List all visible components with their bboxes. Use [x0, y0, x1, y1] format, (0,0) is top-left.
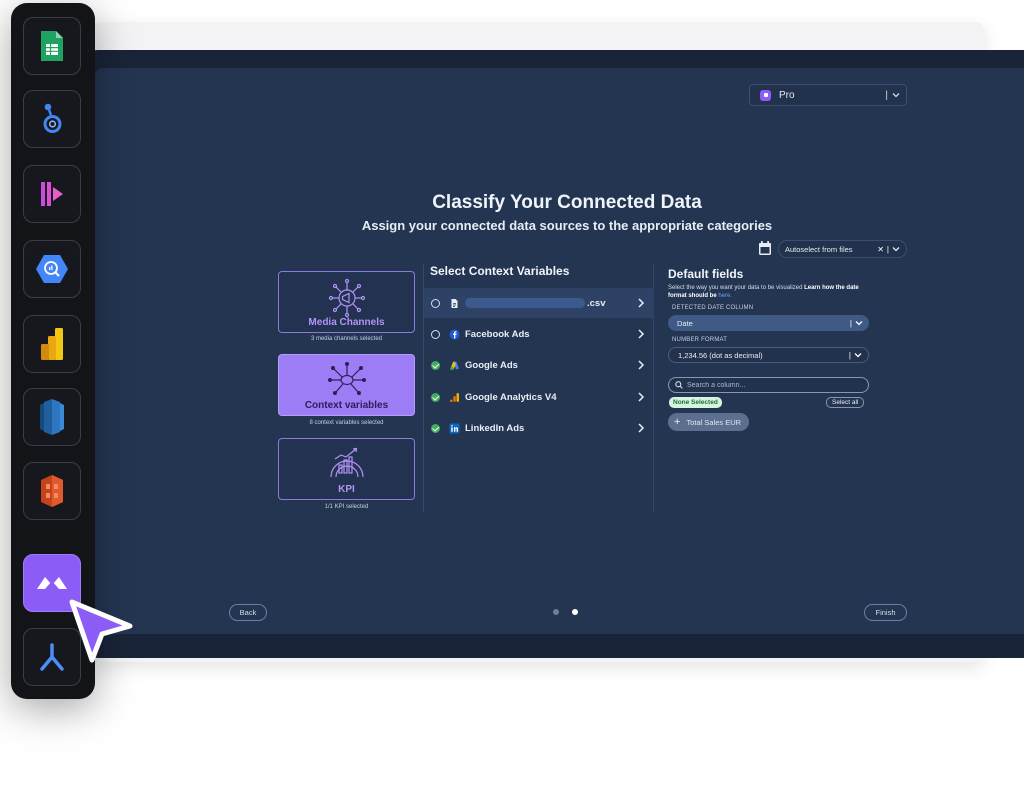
aws-s3-icon	[41, 475, 63, 507]
pager-dot-1[interactable]	[553, 609, 559, 615]
list-item-google-analytics[interactable]: Google Analytics V4	[424, 382, 654, 412]
clear-icon[interactable]: ✕	[877, 245, 884, 254]
search-icon	[675, 381, 683, 389]
pager-dot-2-active[interactable]	[572, 609, 578, 615]
pointer-cursor-icon	[69, 599, 133, 663]
category-card-label: Context variables	[304, 400, 389, 411]
checked-icon[interactable]	[431, 392, 440, 402]
looker-studio-icon	[43, 103, 62, 133]
google-sheets-icon	[41, 31, 63, 61]
search-column-input[interactable]	[687, 381, 868, 389]
list-item-label: Google Ads	[465, 359, 518, 371]
category-card-media-channels[interactable]: Media Channels	[278, 271, 415, 333]
page-title: Classify Your Connected Data	[432, 192, 702, 213]
chevron-right-icon[interactable]	[634, 327, 648, 341]
select-all-button[interactable]: Select all	[826, 397, 865, 408]
chevron-right-icon[interactable]	[634, 296, 648, 310]
dock-item-power-bi[interactable]	[23, 315, 81, 373]
dock-item-google-sheets[interactable]	[23, 17, 81, 75]
radio-button[interactable]	[431, 329, 440, 339]
chevron-down-icon[interactable]	[892, 92, 900, 98]
google-analytics-icon	[450, 392, 459, 402]
category-card-subtext: 1/1 KPI selected	[324, 504, 369, 510]
google-ads-icon	[450, 361, 459, 370]
file-icon	[451, 298, 458, 308]
chevron-down-icon[interactable]	[892, 246, 900, 252]
chevron-right-icon[interactable]	[634, 358, 648, 372]
default-fields-title: Default fields	[668, 267, 744, 281]
chevron-right-icon[interactable]	[634, 390, 648, 404]
number-format-label: NUMBER FORMAT	[672, 337, 728, 343]
add-field-chip[interactable]: + Total Sales EUR	[668, 413, 750, 431]
category-card-subtext: 3 media channels selected	[310, 336, 383, 342]
dock-item-aws-s3[interactable]	[23, 462, 81, 520]
category-card-kpi[interactable]: KPI	[278, 438, 415, 500]
dock-item-power-bi-alt[interactable]	[23, 165, 81, 223]
app-logo-icon	[37, 577, 67, 589]
search-column-field[interactable]	[668, 377, 869, 393]
megaphone-icon	[328, 278, 365, 318]
list-item-label: Facebook Ads	[465, 328, 530, 340]
date-column-select[interactable]: Date |	[668, 315, 869, 331]
select-divider: |	[886, 244, 889, 254]
list-item-google-ads[interactable]: Google Ads	[424, 350, 654, 380]
power-bi-alt-icon	[41, 182, 63, 206]
select-divider: |	[848, 350, 851, 360]
select-divider: |	[849, 318, 852, 328]
category-card-context-variables[interactable]: Context variables	[278, 354, 415, 416]
none-selected-badge: None Selected	[669, 397, 722, 408]
dock-item-redshift[interactable]	[23, 388, 81, 446]
checked-icon[interactable]	[431, 423, 440, 433]
plan-icon	[760, 89, 771, 101]
chevron-down-icon[interactable]	[854, 352, 862, 358]
page-subtitle: Assign your connected data sources to th…	[361, 218, 773, 233]
plan-select[interactable]: Pro |	[749, 84, 907, 106]
description-text: Select the way you want your data to be …	[668, 285, 803, 291]
default-fields-description: Select the way you want your data to be …	[668, 284, 878, 300]
category-card-label: KPI	[338, 484, 355, 495]
checked-icon[interactable]	[431, 360, 440, 370]
category-card-label: Media Channels	[308, 317, 385, 328]
finish-button[interactable]: Finish	[864, 604, 907, 621]
list-item-linkedin-ads[interactable]: LinkedIn Ads	[424, 413, 654, 443]
list-item-label: .csv	[587, 297, 606, 309]
date-column-label: DETECTED DATE COLUMN	[672, 305, 754, 311]
dock-item-bigquery[interactable]	[23, 240, 81, 298]
airbyte-icon	[40, 643, 64, 671]
list-item-label: Google Analytics V4	[465, 391, 557, 403]
number-format-value: 1,234.56 (dot as decimal)	[678, 350, 763, 360]
plus-icon: +	[674, 416, 681, 428]
linkedin-icon	[449, 423, 460, 433]
autoselect-dropdown[interactable]: Autoselect from files ✕ |	[778, 240, 907, 258]
redshift-icon	[40, 399, 64, 435]
dock-item-looker-studio[interactable]	[23, 90, 81, 148]
gauge-icon	[329, 447, 364, 478]
redacted-filename	[465, 297, 585, 308]
list-item-csv[interactable]: .csv	[424, 288, 654, 318]
network-icon	[327, 362, 366, 396]
category-card-subtext: 8 context variables selected	[309, 420, 384, 426]
back-button[interactable]: Back	[229, 604, 267, 621]
list-item-facebook-ads[interactable]: Facebook Ads	[424, 319, 654, 349]
chevron-down-icon[interactable]	[855, 320, 863, 326]
chevron-right-icon[interactable]	[634, 421, 648, 435]
power-bi-icon	[41, 328, 63, 360]
context-variables-title: Select Context Variables	[430, 264, 570, 278]
facebook-icon	[449, 329, 460, 339]
number-format-select[interactable]: 1,234.56 (dot as decimal) |	[668, 347, 869, 363]
calendar-icon[interactable]	[758, 240, 772, 256]
screen: Pro | Classify Your Connected Data Assig…	[0, 0, 1024, 797]
select-divider: |	[885, 89, 888, 101]
radio-button[interactable]	[431, 298, 440, 308]
bigquery-icon	[36, 255, 68, 283]
learn-more-link[interactable]: here.	[718, 293, 732, 299]
plan-select-value: Pro	[779, 89, 795, 101]
date-column-value: Date	[677, 318, 693, 328]
autoselect-value: Autoselect from files	[785, 244, 853, 254]
field-chip-label: Total Sales EUR	[686, 417, 742, 427]
list-item-label: LinkedIn Ads	[465, 422, 525, 434]
